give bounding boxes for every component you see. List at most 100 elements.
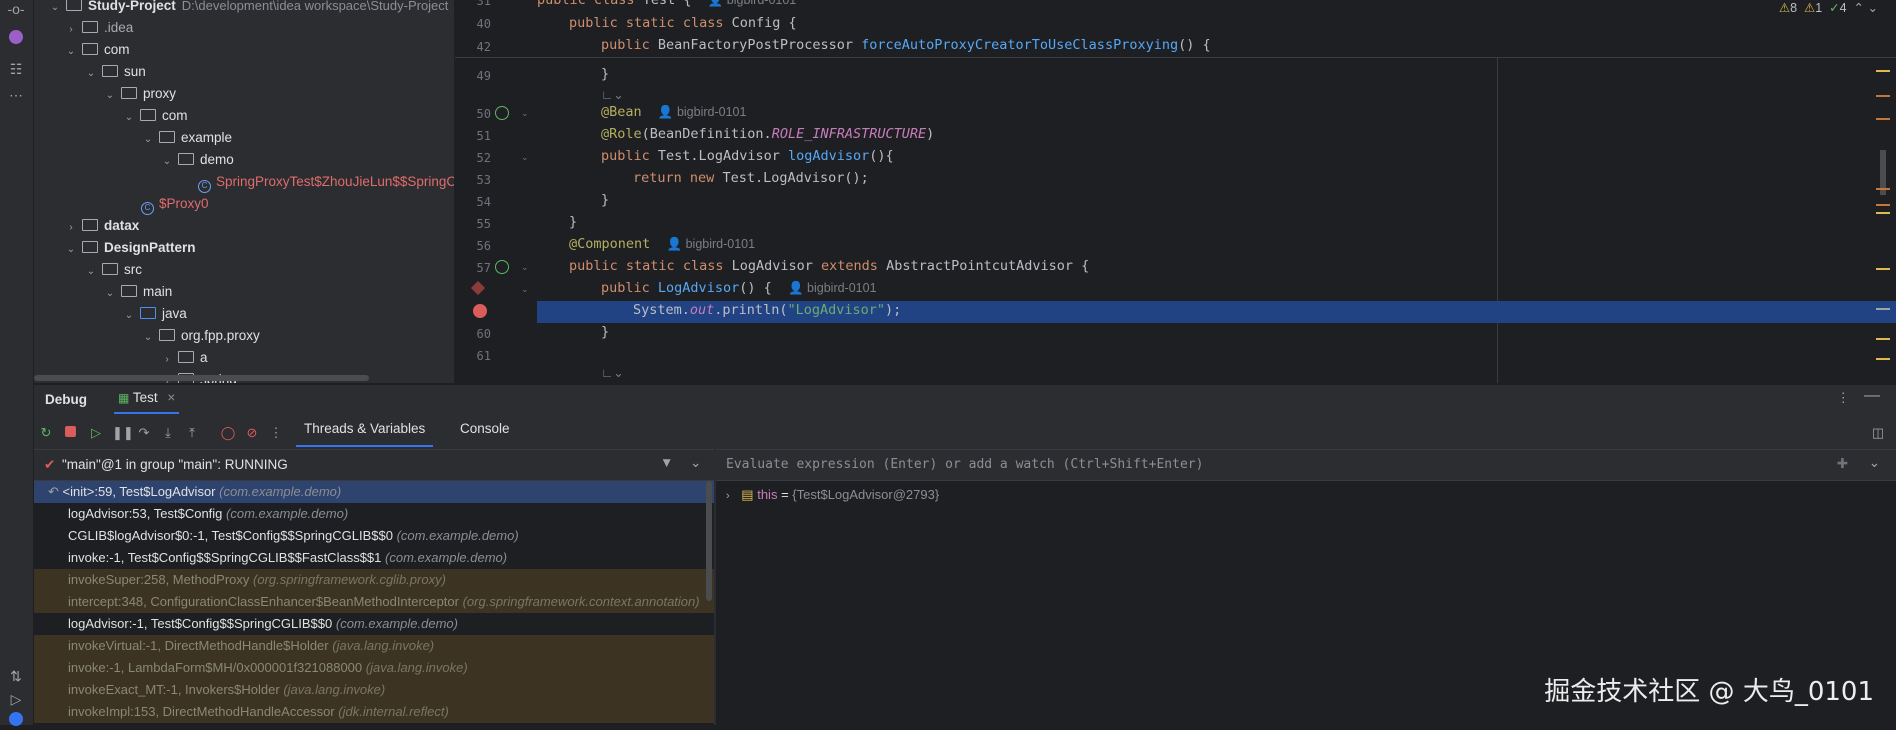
tree-node-designpattern[interactable]: ⌄ DesignPattern [64,237,196,259]
resume-icon[interactable]: ▷ [88,425,104,441]
chevron-down-icon[interactable]: ⌄ [1869,455,1880,471]
tree-node-demo[interactable]: ⌄ demo [160,149,234,171]
layout-icon[interactable]: ◫ [1870,425,1886,441]
fold-hint[interactable]: ∟⌄ [601,365,624,380]
inspection-widget[interactable]: ⚠8 ⚠1 ✓4 ⌃ ⌄ [1779,0,1878,15]
chevron-down-icon[interactable]: ⌄ [122,107,136,129]
code-line-50[interactable]: @Bean 👤 bigbird-0101 [601,104,746,120]
mute-breakpoints-icon[interactable]: ⊘ [244,425,260,441]
frame-row-library[interactable]: invokeVirtual:-1, DirectMethodHandle$Hol… [34,635,714,657]
code-line-55[interactable]: } [569,214,577,230]
chevron-down-icon[interactable]: ⌄ [48,0,62,19]
rerun-icon[interactable]: ↻ [38,425,54,441]
fold-hint[interactable]: ∟⌄ [601,87,624,102]
breakpoint-icon[interactable] [473,304,487,318]
code-line-57[interactable]: public static class LogAdvisor extends A… [569,258,1089,274]
tree-node-proxy[interactable]: ⌄ proxy [103,83,176,105]
error-stripe-marker[interactable] [1876,118,1890,120]
code-line-52[interactable]: public Test.LogAdvisor logAdvisor(){ [601,148,894,164]
code-line-60[interactable]: } [601,324,609,340]
chevron-down-icon[interactable]: ⌄ [84,261,98,283]
pull-requests-icon[interactable]: ⇅ [7,667,25,685]
chevron-up-icon[interactable]: ⌃ [1854,1,1864,15]
error-stripe-marker[interactable] [1876,268,1890,270]
code-line-53[interactable]: return new Test.LogAdvisor(); [633,170,869,186]
error-stripe-marker[interactable] [1876,188,1890,190]
chevron-right-icon[interactable]: › [64,217,78,239]
chevron-down-icon[interactable]: ⌄ [1868,1,1878,15]
tree-node-example[interactable]: ⌄ example [141,127,232,149]
sticky-line-42[interactable]: public BeanFactoryPostProcessor forceAut… [601,37,1211,53]
sticky-line-31[interactable]: public class Test { 👤 bigbird-0101 [537,0,796,8]
frame-row-library[interactable]: invokeSuper:258, MethodProxy (org.spring… [34,569,714,591]
code-line-56[interactable]: @Component 👤 bigbird-0101 [569,236,755,252]
frames-scrollbar[interactable] [706,481,712,601]
chevron-down-icon[interactable]: ⌄ [103,85,117,107]
frame-row[interactable]: ↶ <init>:59, Test$LogAdvisor (com.exampl… [34,481,714,503]
close-icon[interactable]: × [167,390,175,405]
run-icon[interactable]: ▷ [7,690,25,708]
more-icon[interactable]: ⋯ [7,86,25,104]
tree-node-root[interactable]: ⌄ Study-Project D:\development\idea worksp… [48,0,448,17]
step-over-icon[interactable]: ↷ [136,425,152,441]
tree-node-org-fpp-proxy[interactable]: ⌄ org.fpp.proxy [141,325,260,347]
fold-icon[interactable]: ⌄ [521,284,529,295]
more-icon[interactable]: ⋮ [268,425,284,441]
error-stripe-marker[interactable] [1876,204,1890,206]
fold-icon[interactable]: ⌄ [521,152,529,163]
step-out-icon[interactable]: ⤒ [184,425,200,441]
tree-node-idea[interactable]: › .idea [64,17,133,39]
tree-node-com2[interactable]: ⌄ com [122,105,188,127]
tree-node-java[interactable]: ⌄ java [122,303,187,325]
code-line-59[interactable]: System.out.println("LogAdvisor"); [633,302,901,318]
frame-row-library[interactable]: intercept:348, ConfigurationClassEnhance… [34,591,714,613]
chevron-down-icon[interactable]: ⌄ [64,41,78,63]
frame-row[interactable]: CGLIB$logAdvisor$0:-1, Test$Config$$Spri… [34,525,714,547]
code-editor[interactable]: ⚠8 ⚠1 ✓4 ⌃ ⌄ 31 public class Test { 👤 bi… [455,0,1896,383]
stop-icon[interactable] [62,425,78,441]
more-options-icon[interactable]: ⋮ [1837,390,1851,406]
frame-row[interactable]: logAdvisor:-1, Test$Config$$SpringCGLIB$… [34,613,714,635]
tab-test[interactable]: ▦ Test × [114,390,180,414]
method-breakpoint-icon[interactable] [470,280,486,296]
code-line-58[interactable]: public LogAdvisor() { 👤 bigbird-0101 [601,280,877,296]
chevron-down-icon[interactable]: ⌄ [122,305,136,327]
fold-icon[interactable]: ⌄ [521,262,529,273]
project-horizontal-scrollbar[interactable] [34,375,369,381]
tree-node-datax[interactable]: › datax [64,215,139,237]
tab-threads-variables[interactable]: Threads & Variables [296,417,434,447]
error-stripe-marker[interactable] [1876,338,1890,340]
tree-node-a[interactable]: › a [160,347,207,369]
code-line-51[interactable]: @Role(BeanDefinition.ROLE_INFRASTRUCTURE… [601,126,934,142]
fold-icon[interactable]: ⌄ [521,108,529,119]
code-line-49[interactable]: } [601,66,609,82]
bean-gutter-icon[interactable] [495,260,509,274]
minimize-icon[interactable]: — [1864,387,1880,405]
bean-gutter-icon[interactable] [495,106,509,120]
chevron-right-icon[interactable]: › [726,490,730,502]
view-breakpoints-icon[interactable]: ◯ [220,425,236,441]
variable-row[interactable]: › ▤ this = {Test$LogAdvisor@2793} [726,487,939,503]
tree-node-proxy-class[interactable]: C SpringProxyTest$ZhouJieLun$$SpringCGLIB… [194,171,454,193]
step-into-icon[interactable]: ⤓ [160,425,176,441]
error-stripe-marker[interactable] [1876,358,1890,360]
add-watch-icon[interactable]: ✚ [1837,456,1848,472]
frame-row-library[interactable]: invokeExact_MT:-1, Invokers$Holder (java… [34,679,714,701]
thread-selector[interactable]: ✔ "main"@1 in group "main": RUNNING ▼ ⌄ [34,450,714,481]
sticky-line-40[interactable]: public static class Config { [569,15,797,31]
tree-node-src[interactable]: ⌄ src [84,259,142,281]
chevron-down-icon[interactable]: ⌄ [64,239,78,261]
tab-console[interactable]: Console [452,417,518,445]
error-stripe-marker[interactable] [1876,95,1890,97]
chevron-down-icon[interactable]: ⌄ [103,283,117,305]
error-stripe-marker[interactable] [1876,212,1890,214]
chevron-down-icon[interactable]: ⌄ [84,63,98,85]
plugin-icon[interactable] [7,30,25,48]
code-line-54[interactable]: } [601,192,609,208]
tree-node-main[interactable]: ⌄ main [103,281,172,303]
frame-row-library[interactable]: invokeImpl:153, DirectMethodHandleAccess… [34,701,714,723]
frame-row[interactable]: logAdvisor:53, Test$Config (com.example.… [34,503,714,525]
pause-icon[interactable]: ❚❚ [112,425,134,441]
debug-tool-icon[interactable] [7,712,25,730]
chevron-down-icon[interactable]: ⌄ [141,327,155,349]
